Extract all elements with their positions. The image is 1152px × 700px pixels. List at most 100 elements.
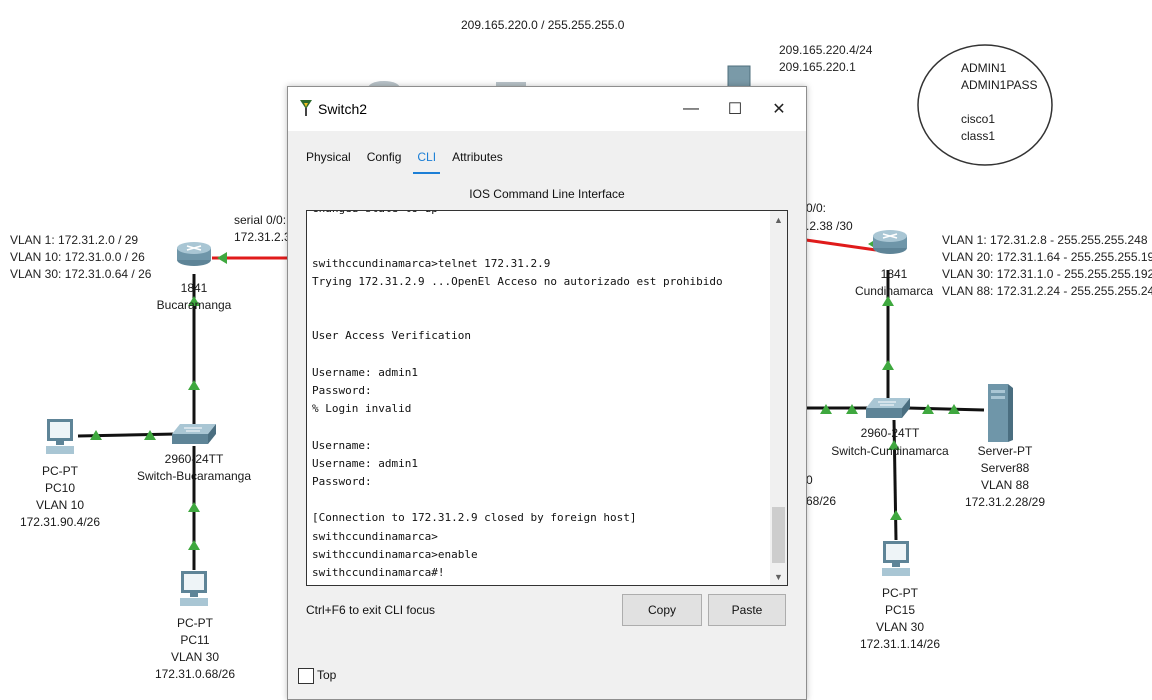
cun-vlan-88: VLAN 88: 172.31.2.24 - 255.255.255.248	[942, 284, 1152, 298]
top-checkbox-label: Top	[317, 668, 337, 682]
partial-server-icon	[727, 65, 751, 89]
cli-line: Username:	[312, 438, 372, 452]
cli-scrollbar[interactable]: ▲ ▼	[770, 211, 787, 585]
tab-cli[interactable]: CLI	[411, 147, 442, 174]
pc10-labels: PC-PT PC10 VLAN 10 172.31.90.4/26	[10, 463, 110, 531]
tab-physical[interactable]: Physical	[300, 147, 357, 171]
cli-line: swithccundinamarca>	[312, 529, 438, 543]
cli-line	[312, 291, 762, 309]
server-type: Server-PT	[977, 444, 1033, 458]
switch-cundinamarca-icon[interactable]	[866, 396, 910, 420]
pc11-labels: PC-PT PC11 VLAN 30 172.31.0.68/26	[145, 615, 245, 683]
maximize-button[interactable]: ☐	[712, 87, 758, 131]
cli-line: swithccundinamarca>telnet 172.31.2.9	[312, 256, 551, 270]
cli-line: Username: admin1	[312, 456, 418, 470]
cred-line-2: ADMIN1PASS	[961, 78, 1038, 92]
pc15-name: PC15	[884, 603, 916, 617]
top-network-label: 209.165.220.0 / 255.255.255.0	[461, 18, 625, 32]
cli-output[interactable]: changed state to up swithccundinamarca>t…	[312, 211, 762, 582]
cli-line: changed state to up	[312, 211, 762, 218]
cli-line: % Login invalid	[312, 402, 412, 416]
tab-attributes[interactable]: Attributes	[446, 147, 509, 171]
cun-switch-model: 2960-24TT	[860, 426, 920, 440]
server-vlan: VLAN 88	[980, 478, 1030, 492]
scroll-down-icon[interactable]: ▼	[770, 568, 787, 585]
server-ip-line-2: 209.165.220.1	[779, 60, 856, 74]
pc15-vlan: VLAN 30	[875, 620, 925, 634]
cun-serial-label: 0/0:	[806, 201, 827, 215]
copy-button[interactable]: Copy	[622, 594, 702, 626]
cli-line	[312, 218, 762, 236]
top-checkbox[interactable]	[298, 668, 314, 684]
partial-pc-line-2: 68/26	[806, 494, 837, 508]
cred-line-4: cisco1	[961, 112, 996, 126]
cli-line	[312, 418, 762, 436]
server-ip-note: 209.165.220.4/24 209.165.220.1	[775, 40, 877, 78]
link-switch-server	[907, 406, 985, 412]
buc-router-name: Bucaramanga	[156, 298, 232, 312]
buc-vlan-1: VLAN 1: 172.31.2.0 / 29	[10, 233, 139, 247]
pc15-icon[interactable]	[880, 540, 914, 580]
scroll-up-icon[interactable]: ▲	[770, 211, 787, 228]
credentials-note: ADMIN1 ADMIN1PASS cisco1 class1	[961, 60, 1037, 145]
pc11-type: PC-PT	[177, 616, 213, 630]
window-title: Switch2	[318, 101, 368, 117]
cun-router-model: 1841	[880, 267, 908, 281]
exit-cli-hint: Ctrl+F6 to exit CLI focus	[306, 603, 436, 617]
packet-tracer-app-icon	[300, 100, 312, 116]
buc-vlan-10: VLAN 10: 172.31.0.0 / 26	[10, 250, 145, 264]
paste-button[interactable]: Paste	[708, 594, 786, 626]
pc10-type: PC-PT	[42, 464, 78, 478]
scrollbar-thumb[interactable]	[772, 507, 785, 563]
pc10-icon[interactable]	[44, 418, 78, 458]
cli-line	[312, 346, 762, 364]
cun-switch-name: Switch-Cundinamarca	[831, 444, 949, 458]
cli-console[interactable]: changed state to up swithccundinamarca>t…	[306, 210, 788, 586]
cred-line-3	[961, 94, 1037, 111]
buc-serial-label: serial 0/0:	[234, 213, 287, 227]
router-cundinamarca-icon[interactable]	[872, 228, 908, 254]
pc11-vlan: VLAN 30	[170, 650, 220, 664]
pc11-ip: 172.31.0.68/26	[154, 667, 236, 681]
pc10-name: PC10	[44, 481, 76, 495]
minimize-button[interactable]: —	[668, 87, 714, 131]
pc15-type: PC-PT	[882, 586, 918, 600]
cun-vlan-1: VLAN 1: 172.31.2.8 - 255.255.255.248	[942, 233, 1148, 247]
cli-line: Username: admin1	[312, 365, 418, 379]
pc11-icon[interactable]	[178, 570, 212, 610]
cred-line-5: class1	[961, 129, 996, 143]
cli-line: Trying 172.31.2.9 ...OpenEl Acceso no au…	[312, 274, 723, 288]
pc11-name: PC11	[180, 633, 210, 647]
server88-icon[interactable]	[986, 382, 1014, 444]
buc-switch-name: Switch-Bucaramanga	[136, 469, 252, 483]
window-titlebar[interactable]: Switch2 — ☐ ✕	[288, 87, 806, 131]
panel-title: IOS Command Line Interface	[469, 187, 625, 201]
server-name: Server88	[980, 461, 1030, 475]
cli-line: swithccundinamarca>enable	[312, 547, 478, 561]
cun-vlan-30: VLAN 30: 172.31.1.0 - 255.255.255.192	[942, 267, 1152, 281]
pc15-ip: 172.31.1.14/26	[859, 637, 941, 651]
pc15-labels: PC-PT PC15 VLAN 30 172.31.1.14/26	[850, 585, 950, 653]
close-button[interactable]: ✕	[756, 87, 802, 131]
cun-serial-ip: .2.38 /30	[806, 219, 853, 233]
buc-switch-model: 2960-24TT	[164, 452, 224, 466]
switch2-window: Switch2 — ☐ ✕ Physical Config CLI Attrib…	[287, 86, 807, 700]
pc10-vlan: VLAN 10	[35, 498, 85, 512]
buc-router-model: 1841	[180, 281, 208, 295]
cli-line: User Access Verification	[312, 329, 471, 343]
cred-line-1: ADMIN1	[961, 61, 1007, 75]
switch-bucaramanga-icon[interactable]	[172, 422, 216, 446]
bucaramanga-vlan-note: VLAN 1: 172.31.2.0 / 29 VLAN 10: 172.31.…	[6, 230, 156, 285]
serial-link-cundinamarca	[805, 238, 877, 252]
buc-serial-ip: 172.31.2.3	[234, 230, 291, 244]
buc-vlan-30: VLAN 30: 172.31.0.64 / 26	[10, 267, 152, 281]
server-ip-line-1: 209.165.220.4/24	[779, 43, 873, 57]
cli-line	[312, 236, 762, 254]
tab-bar: Physical Config CLI Attributes	[300, 147, 513, 174]
tab-config[interactable]: Config	[361, 147, 408, 171]
pc10-ip: 172.31.90.4/26	[19, 515, 101, 529]
cli-line	[312, 309, 762, 327]
router-bucaramanga-icon[interactable]	[176, 240, 212, 266]
cli-line: Password:	[312, 384, 372, 398]
cli-line: [Connection to 172.31.2.9 closed by fore…	[312, 511, 637, 525]
